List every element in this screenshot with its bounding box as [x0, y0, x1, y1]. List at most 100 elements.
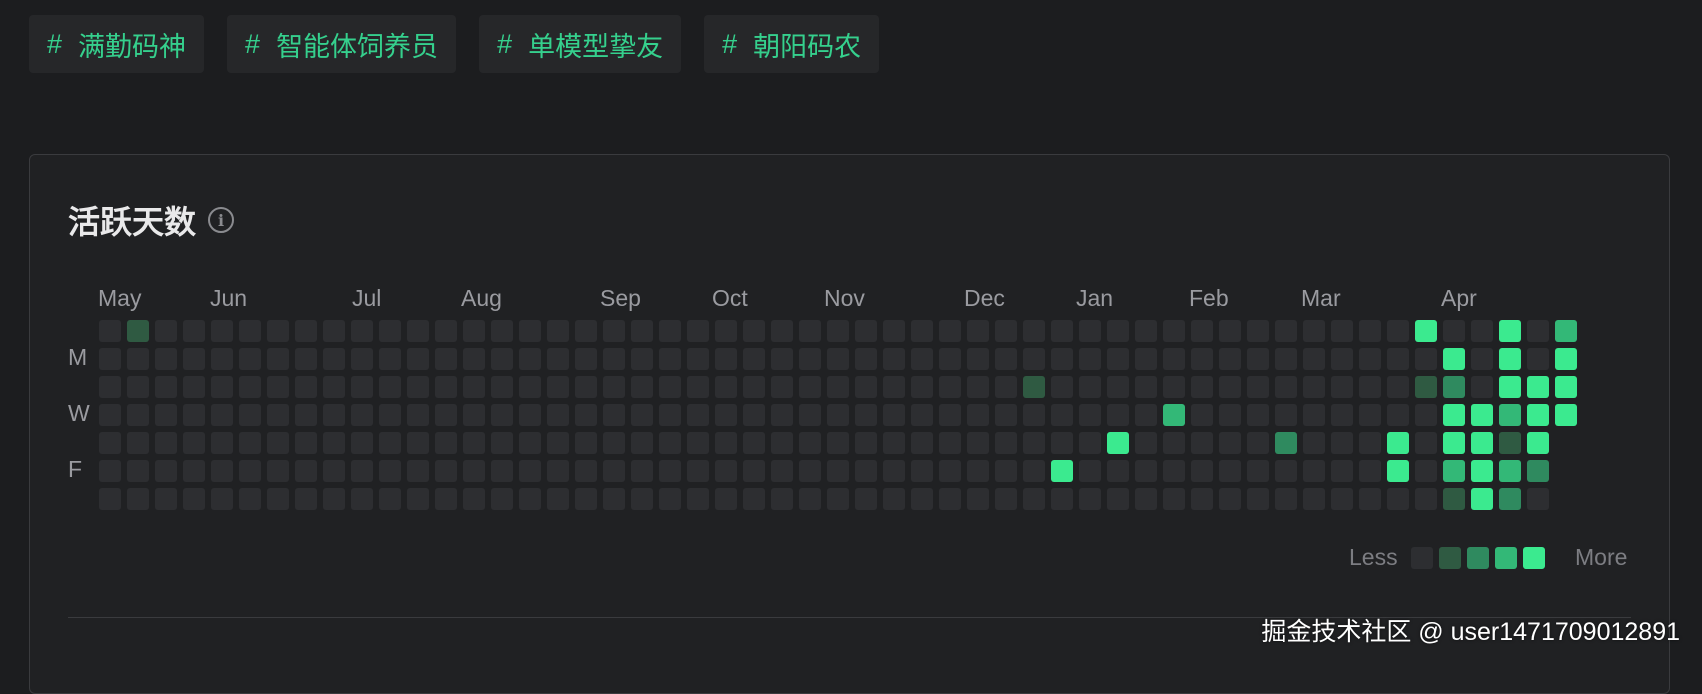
heatmap-cell[interactable]	[491, 488, 513, 510]
heatmap-cell[interactable]	[295, 460, 317, 482]
heatmap-cell[interactable]	[911, 320, 933, 342]
heatmap-cell[interactable]	[1499, 432, 1521, 454]
heatmap-cell[interactable]	[211, 376, 233, 398]
heatmap-cell[interactable]	[407, 348, 429, 370]
heatmap-cell[interactable]	[435, 404, 457, 426]
heatmap-cell[interactable]	[155, 432, 177, 454]
heatmap-cell[interactable]	[407, 404, 429, 426]
heatmap-cell[interactable]	[967, 432, 989, 454]
heatmap-cell[interactable]	[211, 348, 233, 370]
heatmap-cell[interactable]	[659, 348, 681, 370]
heatmap-cell[interactable]	[743, 404, 765, 426]
heatmap-cell[interactable]	[1331, 488, 1353, 510]
heatmap-cell[interactable]	[267, 404, 289, 426]
heatmap-cell[interactable]	[603, 432, 625, 454]
heatmap-cell[interactable]	[883, 320, 905, 342]
heatmap-cell[interactable]	[1387, 348, 1409, 370]
heatmap-cell[interactable]	[995, 348, 1017, 370]
heatmap-cell[interactable]	[351, 460, 373, 482]
heatmap-cell[interactable]	[1275, 376, 1297, 398]
heatmap-cell[interactable]	[463, 348, 485, 370]
heatmap-cell[interactable]	[575, 320, 597, 342]
heatmap-cell[interactable]	[575, 376, 597, 398]
heatmap-cell[interactable]	[1527, 376, 1549, 398]
heatmap-cell[interactable]	[491, 376, 513, 398]
heatmap-cell[interactable]	[1471, 348, 1493, 370]
heatmap-cell[interactable]	[687, 376, 709, 398]
heatmap-cell[interactable]	[967, 320, 989, 342]
heatmap-cell[interactable]	[435, 460, 457, 482]
heatmap-cell[interactable]	[1443, 404, 1465, 426]
heatmap-cell[interactable]	[1303, 404, 1325, 426]
heatmap-cell[interactable]	[239, 376, 261, 398]
heatmap-cell[interactable]	[295, 404, 317, 426]
heatmap-cell[interactable]	[715, 404, 737, 426]
heatmap-cell[interactable]	[1191, 432, 1213, 454]
heatmap-cell[interactable]	[799, 432, 821, 454]
heatmap-cell[interactable]	[1247, 348, 1269, 370]
heatmap-cell[interactable]	[1443, 432, 1465, 454]
heatmap-cell[interactable]	[687, 488, 709, 510]
heatmap-cell[interactable]	[995, 320, 1017, 342]
heatmap-cell[interactable]	[267, 488, 289, 510]
heatmap-cell[interactable]	[687, 460, 709, 482]
heatmap-cell[interactable]	[351, 320, 373, 342]
heatmap-cell[interactable]	[1079, 320, 1101, 342]
heatmap-cell[interactable]	[323, 460, 345, 482]
heatmap-cell[interactable]	[1219, 432, 1241, 454]
heatmap-cell[interactable]	[1303, 488, 1325, 510]
heatmap-cell[interactable]	[715, 348, 737, 370]
heatmap-cell[interactable]	[939, 432, 961, 454]
heatmap-cell[interactable]	[1219, 404, 1241, 426]
heatmap-cell[interactable]	[939, 404, 961, 426]
heatmap-cell[interactable]	[659, 432, 681, 454]
heatmap-cell[interactable]	[239, 404, 261, 426]
heatmap-cell[interactable]	[435, 320, 457, 342]
heatmap-cell[interactable]	[1555, 320, 1577, 342]
heatmap-cell[interactable]	[771, 320, 793, 342]
heatmap-cell[interactable]	[883, 348, 905, 370]
heatmap-cell[interactable]	[1443, 460, 1465, 482]
heatmap-cell[interactable]	[1471, 460, 1493, 482]
heatmap-cell[interactable]	[155, 404, 177, 426]
heatmap-cell[interactable]	[1051, 348, 1073, 370]
heatmap-cell[interactable]	[1191, 404, 1213, 426]
heatmap-cell[interactable]	[575, 348, 597, 370]
heatmap-cell[interactable]	[351, 432, 373, 454]
heatmap-cell[interactable]	[155, 376, 177, 398]
heatmap-cell[interactable]	[1247, 432, 1269, 454]
heatmap-cell[interactable]	[379, 460, 401, 482]
heatmap-cell[interactable]	[603, 320, 625, 342]
heatmap-cell[interactable]	[547, 348, 569, 370]
heatmap-cell[interactable]	[295, 432, 317, 454]
heatmap-cell[interactable]	[603, 404, 625, 426]
heatmap-cell[interactable]	[407, 432, 429, 454]
heatmap-cell[interactable]	[1387, 488, 1409, 510]
heatmap-cell[interactable]	[267, 320, 289, 342]
heatmap-cell[interactable]	[1387, 404, 1409, 426]
heatmap-cell[interactable]	[127, 348, 149, 370]
heatmap-cell[interactable]	[995, 432, 1017, 454]
heatmap-cell[interactable]	[1331, 376, 1353, 398]
heatmap-cell[interactable]	[155, 488, 177, 510]
heatmap-cell[interactable]	[911, 348, 933, 370]
heatmap-cell[interactable]	[883, 460, 905, 482]
heatmap-cell[interactable]	[827, 320, 849, 342]
heatmap-cell[interactable]	[1359, 404, 1381, 426]
heatmap-cell[interactable]	[127, 404, 149, 426]
heatmap-cell[interactable]	[127, 460, 149, 482]
heatmap-cell[interactable]	[211, 404, 233, 426]
heatmap-cell[interactable]	[267, 432, 289, 454]
heatmap-cell[interactable]	[1051, 320, 1073, 342]
heatmap-cell[interactable]	[99, 488, 121, 510]
heatmap-cell[interactable]	[967, 404, 989, 426]
heatmap-cell[interactable]	[687, 404, 709, 426]
tag-morning-coder[interactable]: # 朝阳码农	[704, 15, 880, 73]
heatmap-cell[interactable]	[1499, 488, 1521, 510]
heatmap-cell[interactable]	[183, 348, 205, 370]
heatmap-cell[interactable]	[995, 376, 1017, 398]
heatmap-cell[interactable]	[1191, 460, 1213, 482]
heatmap-cell[interactable]	[351, 376, 373, 398]
heatmap-cell[interactable]	[239, 488, 261, 510]
heatmap-cell[interactable]	[1051, 488, 1073, 510]
